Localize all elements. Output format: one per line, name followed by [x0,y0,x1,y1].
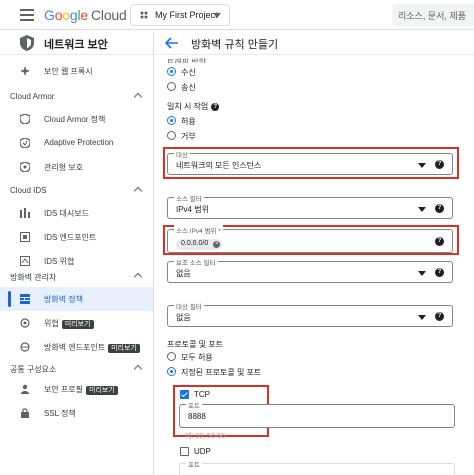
help-icon[interactable]: ? [435,160,444,169]
sidebar-item-secure-web-proxy[interactable]: 보안 웹 프록시 [0,59,153,83]
tcp-ports-input[interactable]: 포트 8888 [179,400,455,428]
sidebar-item-firewall-policies[interactable]: 방화벽 정책 [0,287,153,311]
tcp-checkbox[interactable] [180,390,189,399]
project-icon [140,11,148,19]
firewall-icon [20,294,30,304]
target-select[interactable]: 대상 네트워크의 모든 인스턴스 ? [167,149,453,175]
chevron-up-icon [133,92,143,102]
action-allow-radio[interactable] [167,116,176,125]
proxy-icon [21,67,29,75]
action-deny-radio[interactable] [167,131,176,140]
endpoint-icon [20,342,30,352]
sidebar-item-ids-endpoints[interactable]: IDS 엔드포인트 [0,225,153,249]
project-name: My First Project [155,10,218,20]
sidebar-title: 네트워크 보안 [44,39,108,51]
network-security-shield-icon [20,35,34,51]
chip-remove-icon[interactable]: × [213,241,221,248]
top-bar: Google Cloud My First Project 리소스, 문서, 제품 [0,0,474,30]
dropdown-arrow-icon [418,315,426,320]
chevron-up-icon [133,186,143,196]
sidebar-item-managed-protection[interactable]: 관리형 보호 [0,155,153,179]
threat-icon [20,318,30,328]
secondary-source-filter-select[interactable]: 보조 소스 필터 없음 ? [167,257,453,283]
sidebar-section-common-components[interactable]: 공통 구성요소 [0,359,153,379]
protocols-allow-all-radio[interactable] [167,352,176,361]
sidebar-item-adaptive-protection[interactable]: Adaptive Protection [0,131,153,155]
chevron-up-icon [133,272,143,282]
protocols-specified-radio[interactable] [167,367,176,376]
chevron-down-icon [213,13,221,18]
managed-shield-icon [20,162,30,172]
dashboard-icon [20,208,30,218]
sidebar: 네트워크 보안 보안 웹 프록시 Cloud Armor Cloud Armor… [0,31,154,475]
ip-range-chip[interactable]: 0.0.0.0/0 × [176,239,223,250]
destination-filter-select[interactable]: 대상 필터 없음 ? [167,301,453,327]
ssl-icon [21,408,29,418]
page-title: 방화벽 규칙 만들기 [191,39,279,51]
back-arrow-icon[interactable] [165,36,179,50]
sidebar-header: 네트워크 보안 [0,31,153,55]
main-content: 방화벽 규칙 만들기 트래픽 방향 수신 송신 일치 시 작업? 허용 거부 대… [155,31,474,475]
source-ipv4-ranges-input[interactable]: 소스 IPv4 범위 * 0.0.0.0/0 × ? [167,225,453,253]
help-icon[interactable]: ? [435,237,444,246]
sidebar-item-ssl-policies[interactable]: SSL 정책 [0,401,153,425]
profile-icon [21,384,29,394]
dropdown-arrow-icon [418,163,426,168]
menu-icon[interactable] [20,9,34,21]
dropdown-arrow-icon [418,207,426,212]
tcp-ports-hint: 예: 20, 50-60 [185,433,225,440]
sidebar-section-cloud-ids[interactable]: Cloud IDS [0,181,153,201]
udp-checkbox[interactable] [180,447,189,456]
udp-ports-input[interactable]: 포트 [179,459,455,475]
search-input[interactable]: 리소스, 문서, 제품 [392,4,474,26]
direction-egress-radio[interactable] [167,82,176,91]
help-icon[interactable]: ? [435,204,444,213]
adaptive-shield-icon [20,138,30,148]
direction-ingress-radio[interactable] [167,67,176,76]
threat-icon [20,256,30,266]
protocols-label: 프로토콜 및 포트 [167,340,223,349]
dropdown-arrow-icon [418,271,426,276]
help-icon[interactable]: ? [211,102,220,111]
project-selector[interactable]: My First Project [130,4,230,26]
sidebar-item-cloud-armor-policy[interactable]: Cloud Armor 정책 [0,107,153,131]
help-icon[interactable]: ? [435,268,444,277]
sidebar-section-firewall-manager[interactable]: 방화벽 관리자 [0,267,153,287]
preview-badge: 미리보기 [61,320,94,329]
preview-badge: 미리보기 [108,344,140,353]
sidebar-item-security-profiles[interactable]: 보안 프로필 미리보기 [0,377,153,401]
source-filter-select[interactable]: 소스 필터 IPv4 범위 ? [167,193,453,219]
sidebar-item-threats[interactable]: 위협 미리보기 [0,311,153,335]
google-cloud-logo[interactable]: Google Cloud [44,7,127,23]
sidebar-section-cloud-armor[interactable]: Cloud Armor [0,87,153,107]
page-header: 방화벽 규칙 만들기 [155,31,474,55]
direction-label: 트래픽 방향 [167,58,207,63]
help-icon[interactable]: ? [435,312,444,321]
chevron-up-icon [133,364,143,374]
endpoint-icon [20,232,30,242]
action-label: 일치 시 작업? [167,101,220,112]
sidebar-item-firewall-endpoints[interactable]: 방화벽 엔드포인트 미리보기 [0,335,153,359]
preview-badge: 미리보기 [86,386,118,395]
sidebar-item-ids-dashboard[interactable]: IDS 대시보드 [0,201,153,225]
armor-shield-icon [20,114,30,124]
